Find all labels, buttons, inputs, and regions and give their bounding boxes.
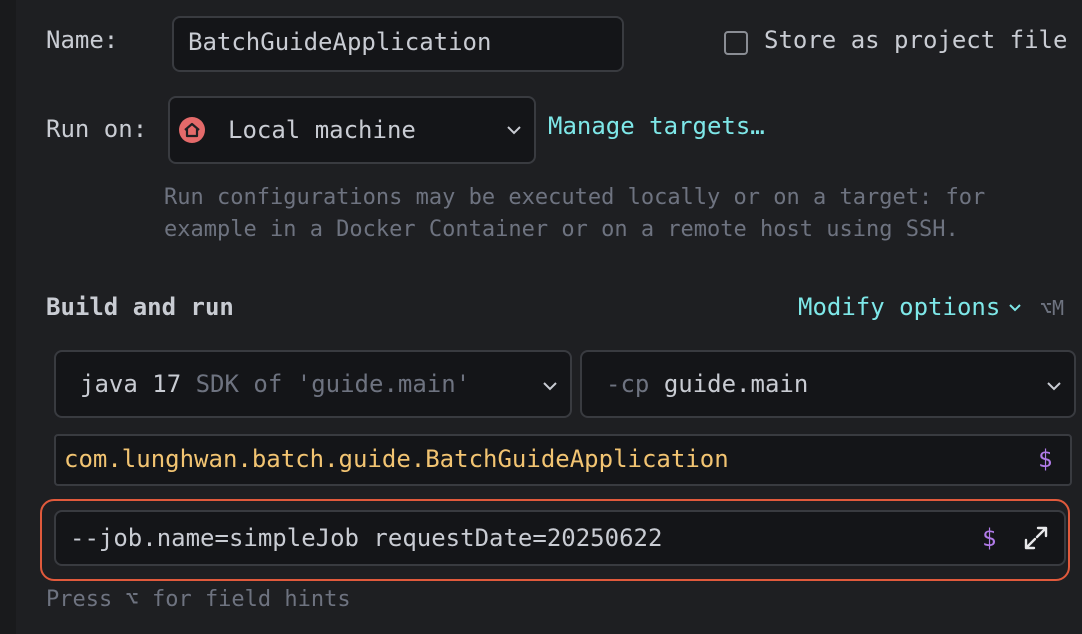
store-label[interactable]: Store as project file [764, 26, 1067, 54]
run-config-hint: Run configurations may be executed local… [164, 182, 985, 246]
expand-icon[interactable] [1022, 524, 1050, 556]
main-class-field[interactable]: com.lunghwan.batch.guide.BatchGuideAppli… [54, 434, 1072, 486]
classpath-value: -cp guide.main [606, 370, 808, 398]
macro-icon[interactable]: $ [982, 524, 996, 552]
run-on-value: Local machine [228, 116, 416, 144]
modify-options-shortcut: ⌥M [1040, 296, 1065, 320]
main-class-value: com.lunghwan.batch.guide.BatchGuideAppli… [64, 445, 729, 473]
classpath-flag: -cp [606, 370, 650, 398]
classpath-dropdown[interactable]: -cp guide.main [580, 350, 1076, 418]
chevron-down-icon [506, 124, 522, 136]
run-on-label: Run on: [46, 115, 148, 143]
hint-line-2: example in a Docker Container or on a re… [164, 217, 959, 242]
store-checkbox[interactable] [724, 31, 748, 55]
sdk-prefix: java 17 [80, 370, 182, 398]
sdk-dropdown[interactable]: java 17 SDK of 'guide.main' [54, 350, 572, 418]
run-on-dropdown[interactable]: Local machine [168, 96, 536, 164]
name-field[interactable]: BatchGuideApplication [172, 16, 624, 72]
chevron-down-icon [1046, 380, 1062, 392]
build-and-run-title: Build and run [46, 293, 234, 321]
left-gutter [0, 0, 16, 634]
macro-icon[interactable]: $ [1038, 445, 1052, 473]
name-label: Name: [46, 26, 119, 54]
classpath-module: guide.main [663, 370, 809, 398]
program-arguments-value: --job.name=simpleJob requestDate=2025062… [70, 524, 663, 552]
chevron-down-icon [542, 380, 558, 392]
chevron-down-icon [1008, 298, 1022, 317]
manage-targets-link[interactable]: Manage targets… [548, 112, 765, 140]
field-hints-text: Press ⌥ for field hints [46, 587, 351, 612]
hint-line-1: Run configurations may be executed local… [164, 185, 986, 210]
home-icon [178, 116, 206, 148]
sdk-suffix: SDK of 'guide.main' [195, 370, 471, 398]
name-value: BatchGuideApplication [188, 28, 492, 56]
sdk-value: java 17 SDK of 'guide.main' [80, 370, 470, 398]
program-arguments-field[interactable]: --job.name=simpleJob requestDate=2025062… [54, 510, 1066, 566]
modify-options-label: Modify options [798, 293, 1001, 321]
modify-options-button[interactable]: Modify options [798, 293, 1022, 321]
